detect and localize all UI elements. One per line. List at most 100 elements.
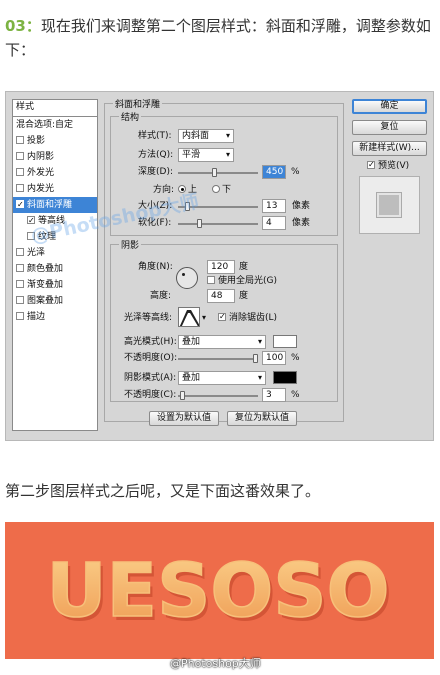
sidebar-item-8[interactable]: 光泽: [13, 245, 97, 261]
depth-slider-thumb[interactable]: [211, 168, 217, 177]
shadow-mode-label: 阴影模式(A):: [124, 373, 177, 383]
angle-unit: 度: [239, 262, 249, 272]
size-unit: 像素: [292, 201, 311, 211]
soften-input[interactable]: 4: [262, 216, 286, 230]
contour-curve-icon: [179, 310, 199, 326]
intro-body: 现在我们来调整第二个图层样式：斜面和浮雕，调整参数如下：: [5, 17, 431, 59]
soften-unit: 像素: [292, 218, 311, 228]
sidebar-item-2[interactable]: 内阴影: [13, 149, 97, 165]
shadow-opacity-thumb[interactable]: [180, 391, 186, 400]
highlight-opacity-unit: %: [291, 353, 300, 363]
angle-dial-point: [182, 273, 185, 276]
soften-slider[interactable]: [178, 223, 258, 225]
sidebar-checkbox[interactable]: [16, 248, 24, 256]
shadow-opacity-unit: %: [291, 390, 300, 400]
step-number: 03：: [5, 17, 41, 35]
result-paragraph: 第二步图层样式之后呢，又是下面这番效果了。: [5, 482, 321, 500]
highlight-color-swatch[interactable]: [273, 335, 297, 348]
banner-text-art: UESOSO UESOSO: [46, 547, 393, 638]
angle-dial[interactable]: [176, 267, 198, 289]
sidebar-checkbox[interactable]: [16, 168, 24, 176]
gloss-contour-picker[interactable]: [178, 307, 200, 327]
angle-label: 角度(N):: [138, 262, 173, 272]
sidebar-checkbox[interactable]: [16, 184, 24, 192]
sidebar-checkbox[interactable]: [16, 312, 24, 320]
preview-square: [377, 193, 401, 217]
highlight-opacity-slider[interactable]: [178, 358, 258, 360]
highlight-mode-select[interactable]: 叠加: [178, 335, 266, 349]
sidebar-item-label: 光泽: [27, 248, 46, 258]
global-light-option[interactable]: 使用全局光(G): [207, 274, 277, 288]
altitude-label: 高度:: [150, 291, 172, 301]
sidebar-item-0[interactable]: 混合选项:自定: [13, 117, 97, 133]
depth-unit: %: [291, 167, 300, 177]
sidebar-item-3[interactable]: 外发光: [13, 165, 97, 181]
altitude-unit: 度: [239, 291, 249, 301]
antialias-checkbox[interactable]: [218, 310, 226, 324]
sidebar-checkbox[interactable]: [16, 264, 24, 272]
technique-select[interactable]: 平滑: [178, 148, 234, 162]
structure-legend: 结构: [119, 110, 142, 123]
angle-input[interactable]: 120: [207, 260, 235, 274]
sidebar-item-12[interactable]: 描边: [13, 309, 97, 325]
highlight-opacity-thumb[interactable]: [253, 354, 258, 363]
radio-down-icon[interactable]: [212, 185, 220, 193]
highlight-opacity-label: 不透明度(O):: [124, 353, 178, 363]
size-input[interactable]: 13: [262, 199, 286, 213]
preview-label: 预览(V): [378, 161, 410, 171]
sidebar-item-4[interactable]: 内发光: [13, 181, 97, 197]
credit-watermark: @Photoshop大师: [170, 657, 261, 670]
reset-button[interactable]: 复位: [352, 120, 427, 135]
new-style-button[interactable]: 新建样式(W)...: [352, 141, 427, 156]
highlight-opacity-input[interactable]: 100: [262, 351, 286, 365]
intro-text: 03：现在我们来调整第二个图层样式：斜面和浮雕，调整参数如下：: [5, 14, 433, 62]
sidebar-checkbox[interactable]: [16, 197, 24, 213]
style-select[interactable]: 内斜面: [178, 129, 234, 143]
antialias-label: 消除锯齿(L): [229, 313, 278, 323]
depth-input[interactable]: 450: [262, 165, 286, 179]
soften-slider-thumb[interactable]: [196, 219, 202, 228]
sidebar-item-10[interactable]: 渐变叠加: [13, 277, 97, 293]
shadow-mode-select[interactable]: 叠加: [178, 371, 266, 385]
sidebar-item-label: 外发光: [27, 168, 55, 178]
sidebar-item-label: 颜色叠加: [27, 264, 64, 274]
style-label: 样式(T):: [138, 131, 172, 141]
antialias-option[interactable]: 消除锯齿(L): [218, 310, 278, 325]
sidebar-item-label: 描边: [27, 312, 46, 322]
reset-default-button[interactable]: 复位为默认值: [227, 411, 297, 426]
sidebar-item-9[interactable]: 颜色叠加: [13, 261, 97, 277]
shading-legend: 阴影: [119, 238, 142, 251]
sidebar-title: 样式: [13, 100, 97, 117]
sidebar-checkbox[interactable]: [16, 280, 24, 288]
style-preview-thumbnail: [359, 176, 420, 234]
technique-label: 方法(Q):: [138, 150, 174, 160]
sidebar-item-label: 内阴影: [27, 152, 55, 162]
shadow-opacity-slider[interactable]: [178, 395, 258, 397]
global-light-checkbox[interactable]: [207, 276, 215, 284]
sidebar-item-11[interactable]: 图案叠加: [13, 293, 97, 309]
highlight-mode-label: 高光模式(H):: [124, 337, 177, 347]
preview-checkbox[interactable]: [367, 158, 375, 172]
sidebar-item-label: 投影: [27, 136, 46, 146]
sidebar-checkbox[interactable]: [16, 152, 24, 160]
altitude-input[interactable]: 48: [207, 289, 235, 303]
sidebar-item-label: 混合选项:自定: [16, 120, 74, 130]
sidebar-item-label: 内发光: [27, 184, 55, 194]
ok-button[interactable]: 确定: [352, 99, 427, 114]
sidebar-checkbox[interactable]: [16, 136, 24, 144]
banner-text: UESOSO: [46, 548, 389, 634]
sidebar-item-label: 渐变叠加: [27, 280, 64, 290]
depth-slider[interactable]: [178, 172, 258, 174]
contour-dropdown-icon[interactable]: ▾: [202, 311, 206, 325]
sidebar-item-1[interactable]: 投影: [13, 133, 97, 149]
sidebar-item-label: 斜面和浮雕: [27, 200, 73, 210]
shadow-opacity-input[interactable]: 3: [262, 388, 286, 402]
direction-down-option[interactable]: 下: [212, 183, 231, 197]
layer-style-dialog: 样式 混合选项:自定投影内阴影外发光内发光斜面和浮雕等高线纹理光泽颜色叠加渐变叠…: [5, 91, 434, 441]
gloss-contour-label: 光泽等高线:: [124, 313, 173, 323]
shadow-color-swatch[interactable]: [273, 371, 297, 384]
preview-option[interactable]: 预览(V): [367, 158, 410, 173]
make-default-button[interactable]: 设置为默认值: [149, 411, 219, 426]
sidebar-checkbox[interactable]: [16, 296, 24, 304]
styles-sidebar: 样式 混合选项:自定投影内阴影外发光内发光斜面和浮雕等高线纹理光泽颜色叠加渐变叠…: [12, 99, 98, 431]
